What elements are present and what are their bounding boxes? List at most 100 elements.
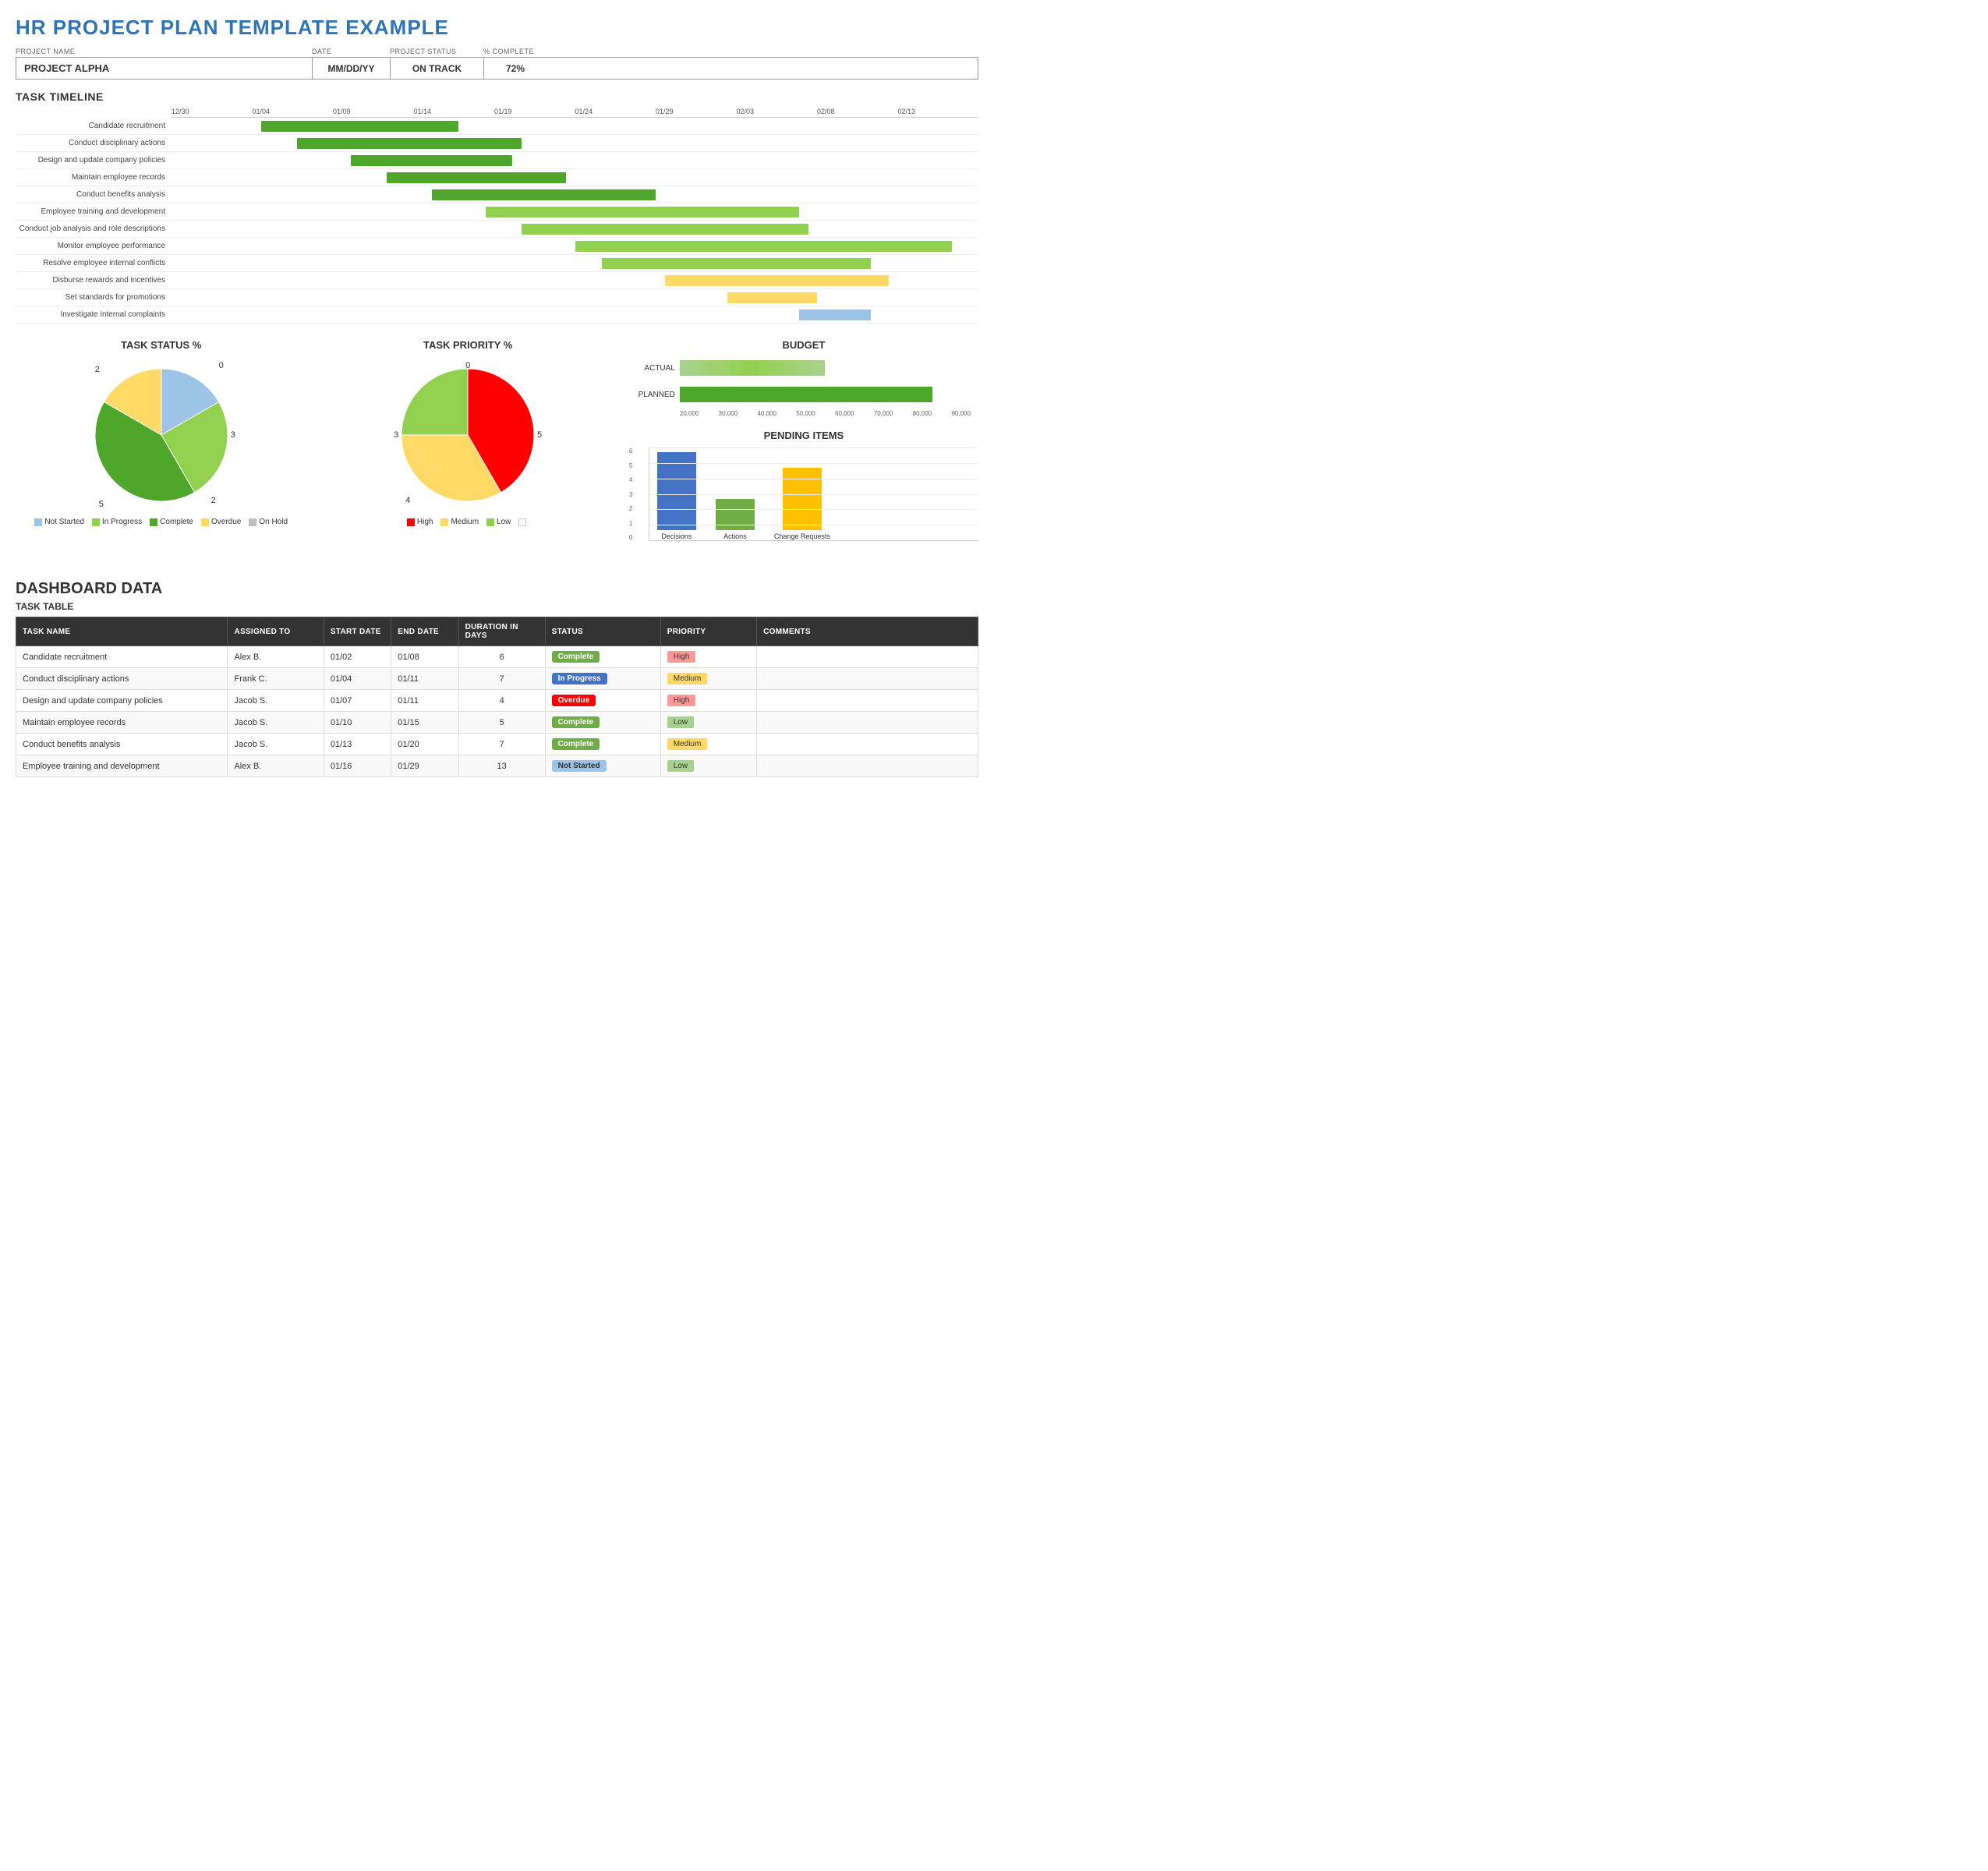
th-start-date: START DATE [324, 617, 391, 646]
gantt-row: Resolve employee internal conflicts [16, 255, 978, 272]
gantt-task-name: Resolve employee internal conflicts [16, 259, 172, 267]
gantt-task-name: Conduct benefits analysis [16, 190, 172, 199]
table-row: Employee training and development Alex B… [16, 755, 978, 777]
cell-comments [757, 755, 978, 777]
cell-comments [757, 668, 978, 690]
gantt-bar [522, 224, 808, 235]
cell-comments [757, 646, 978, 668]
gantt-row: Investigate internal complaints [16, 306, 978, 324]
priority-badge: High [667, 651, 696, 663]
cell-assigned: Jacob S. [228, 712, 324, 734]
gantt-bars-area [172, 255, 978, 272]
project-status-label: PROJECT STATUS [390, 48, 483, 55]
status-badge: In Progress [552, 673, 607, 684]
gantt-bars-area [172, 289, 978, 306]
gantt-task-name: Maintain employee records [16, 173, 172, 182]
cell-duration: 7 [458, 668, 545, 690]
cell-task-name: Design and update company policies [16, 690, 228, 712]
priority-badge: Low [667, 716, 694, 728]
cell-comments [757, 734, 978, 755]
gantt-row: Monitor employee performance [16, 238, 978, 255]
cell-start-date: 01/16 [324, 755, 391, 777]
gantt-row: Set standards for promotions [16, 289, 978, 306]
cell-assigned: Jacob S. [228, 690, 324, 712]
budget-chart: ACTUAL PLANNED 20,000 30,000 40,000 50,0… [629, 357, 978, 417]
task-priority-legend: High Medium Low [407, 518, 529, 526]
gantt-row: Conduct job analysis and role descriptio… [16, 221, 978, 238]
cell-status: In Progress [545, 668, 660, 690]
cell-assigned: Alex B. [228, 755, 324, 777]
budget-title: BUDGET [629, 339, 978, 351]
charts-row: TASK STATUS % 0 2 3 2 5 Not Started In P… [16, 339, 978, 564]
decisions-label: Decisions [661, 532, 692, 540]
pie-label-2b: 2 [211, 496, 216, 505]
cell-end-date: 01/20 [391, 734, 458, 755]
task-table: TASK NAME ASSIGNED TO START DATE END DAT… [16, 617, 978, 777]
gantt-date-label: 02/13 [898, 108, 979, 117]
gantt-bar [486, 207, 800, 218]
cell-comments [757, 690, 978, 712]
gantt-bars-area [172, 306, 978, 324]
cell-end-date: 01/29 [391, 755, 458, 777]
gantt-task-name: Candidate recruitment [16, 122, 172, 130]
cell-status: Complete [545, 712, 660, 734]
gantt-row: Conduct disciplinary actions [16, 135, 978, 152]
task-status-legend: Not Started In Progress Complete Overdue… [34, 518, 288, 526]
gantt-date-label: 02/03 [737, 108, 818, 117]
table-row: Candidate recruitment Alex B. 01/02 01/0… [16, 646, 978, 668]
gantt-task-name: Conduct job analysis and role descriptio… [16, 225, 172, 233]
project-date-value: MM/DD/YY [313, 58, 391, 79]
gantt-bars-area [172, 221, 978, 238]
priority-label-4: 4 [405, 496, 410, 505]
legend-on-hold: On Hold [259, 518, 288, 526]
task-priority-title: TASK PRIORITY % [322, 339, 613, 351]
table-row: Design and update company policies Jacob… [16, 690, 978, 712]
cell-status: Not Started [545, 755, 660, 777]
gantt-bar [351, 155, 512, 166]
task-status-chart: TASK STATUS % 0 2 3 2 5 Not Started In P… [16, 339, 306, 526]
cell-status: Complete [545, 734, 660, 755]
table-subtitle: TASK TABLE [16, 601, 978, 612]
gantt-section-title: TASK TIMELINE [16, 90, 978, 103]
cell-start-date: 01/02 [324, 646, 391, 668]
th-end-date: END DATE [391, 617, 458, 646]
gantt-date-label: 01/19 [494, 108, 575, 117]
project-name-label: PROJECT NAME [16, 48, 312, 55]
project-status-value: ON TRACK [391, 58, 484, 79]
gantt-bar [575, 241, 952, 252]
table-row: Conduct benefits analysis Jacob S. 01/13… [16, 734, 978, 755]
gantt-bars-area [172, 203, 978, 221]
cell-duration: 6 [458, 646, 545, 668]
gantt-bars-area [172, 152, 978, 169]
gantt-bars-area [172, 118, 978, 135]
status-badge: Not Started [552, 760, 607, 772]
project-complete-label: % COMPLETE [483, 48, 546, 55]
change-requests-bar [783, 468, 822, 530]
project-name-value: PROJECT ALPHA [16, 58, 313, 79]
gantt-date-label: 12/30 [172, 108, 253, 117]
cell-assigned: Jacob S. [228, 734, 324, 755]
cell-priority: High [660, 646, 756, 668]
legend-in-progress: In Progress [102, 518, 142, 526]
gantt-date-label: 01/14 [414, 108, 495, 117]
gantt-bar [665, 275, 890, 286]
gantt-task-name: Design and update company policies [16, 156, 172, 164]
project-complete-value: 72% [484, 58, 547, 79]
cell-status: Overdue [545, 690, 660, 712]
gantt-date-label: 01/24 [575, 108, 656, 117]
gantt-bar [261, 121, 458, 132]
gantt-task-name: Set standards for promotions [16, 293, 172, 302]
cell-task-name: Conduct disciplinary actions [16, 668, 228, 690]
gantt-task-name: Employee training and development [16, 207, 172, 216]
planned-label: PLANNED [637, 391, 680, 399]
table-row: Maintain employee records Jacob S. 01/10… [16, 712, 978, 734]
legend-high: High [417, 518, 433, 526]
gantt-row: Employee training and development [16, 203, 978, 221]
th-status: STATUS [545, 617, 660, 646]
gantt-chart: 12/3001/0401/0901/1401/1901/2401/2902/03… [16, 108, 978, 324]
priority-badge: Medium [667, 673, 708, 684]
priority-badge: Medium [667, 738, 708, 750]
gantt-task-name: Monitor employee performance [16, 242, 172, 250]
priority-badge: High [667, 695, 696, 706]
cell-end-date: 01/15 [391, 712, 458, 734]
